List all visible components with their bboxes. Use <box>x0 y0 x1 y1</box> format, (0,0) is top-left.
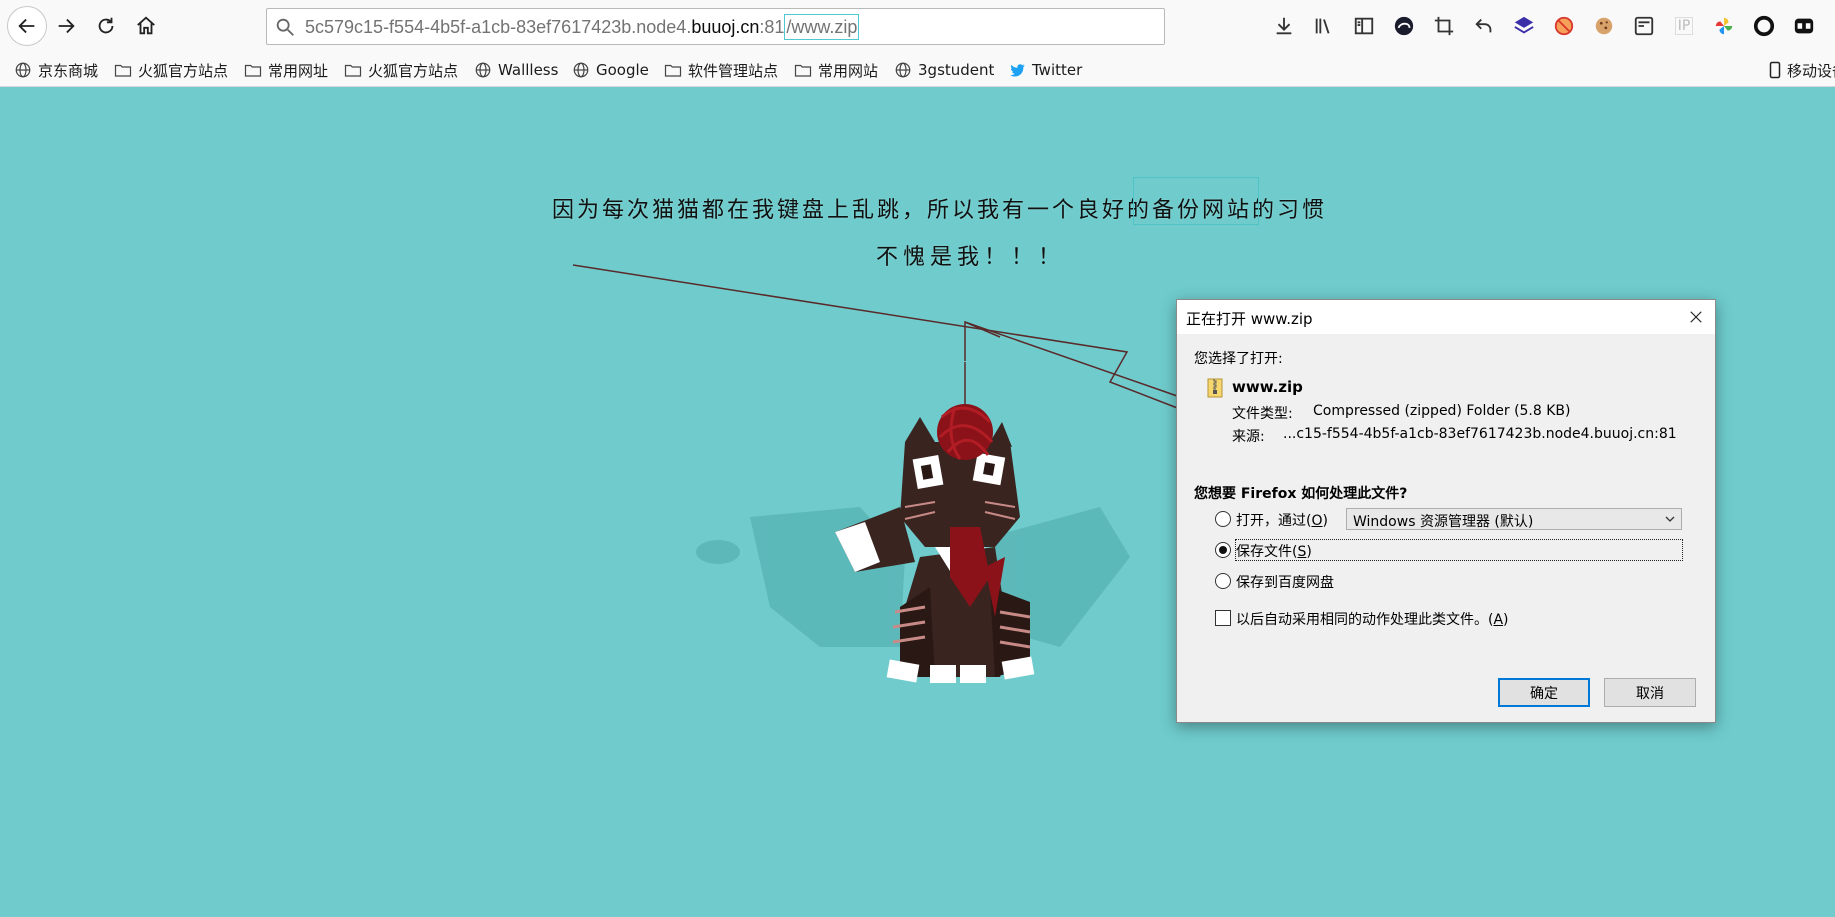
bookmark-mobile[interactable]: 移动设备 <box>1766 59 1835 81</box>
chevron-down-icon <box>1665 516 1675 522</box>
back-button[interactable] <box>7 6 47 46</box>
edge-icon[interactable] <box>1392 14 1416 38</box>
ip-icon[interactable]: IP <box>1672 14 1696 38</box>
dialog-close-button[interactable] <box>1685 306 1707 328</box>
url-path: /www.zip <box>784 14 860 40</box>
download-icon[interactable] <box>1272 14 1296 38</box>
bookmark-label: 3gstudent <box>918 61 995 79</box>
globe-icon <box>15 62 31 78</box>
url-port: :81 <box>759 17 785 37</box>
dialog-titlebar: 正在打开 www.zip <box>1177 300 1715 334</box>
bookmark-label: 软件管理站点 <box>688 61 779 80</box>
cancel-button[interactable]: 取消 <box>1604 678 1696 707</box>
folder-icon <box>114 64 132 77</box>
bookmark-label: 常用网址 <box>268 61 329 80</box>
layers-icon[interactable] <box>1512 14 1536 38</box>
bookmark-label: 火狐官方站点 <box>138 61 229 80</box>
bookmarks-bar: 京东商城 火狐官方站点 常用网址 火狐官方站点 Wallless Google … <box>0 52 1835 87</box>
remember-checkbox[interactable] <box>1215 610 1231 626</box>
url-host-domain: buuoj.cn <box>691 17 760 37</box>
chosen-label: 您选择了打开: <box>1194 351 1283 367</box>
cookie-icon[interactable] <box>1592 14 1616 38</box>
remember-key: A <box>1493 612 1504 628</box>
bookmark-folder-common-websites[interactable]: 常用网站 <box>794 59 878 81</box>
bookmark-folder-firefox-2[interactable]: 火狐官方站点 <box>344 59 458 81</box>
globe-icon <box>573 62 589 78</box>
bookmark-label: Google <box>596 61 649 79</box>
arrow-right-icon <box>58 18 75 34</box>
bookmark-3gstudent[interactable]: 3gstudent <box>894 59 994 81</box>
text-selection-box <box>1133 177 1259 225</box>
open-with-text: 打开，通过( <box>1236 513 1312 529</box>
save-file-key: S <box>1297 544 1307 560</box>
bookmark-jd[interactable]: 京东商城 <box>14 59 98 81</box>
reader-icon[interactable] <box>1632 14 1656 38</box>
bookmark-label: Wallless <box>498 61 559 79</box>
bookmark-label: 常用网站 <box>818 61 879 80</box>
save-file-radio[interactable] <box>1215 542 1231 558</box>
globe-icon <box>475 62 491 78</box>
twitter-icon <box>1010 64 1025 77</box>
bookmark-folder-common-sites[interactable]: 常用网址 <box>244 59 328 81</box>
url-bar[interactable]: 5c579c15-f554-4b5f-a1cb-83ef7617423b.nod… <box>266 8 1165 45</box>
bookmark-wallless[interactable]: Wallless <box>474 59 558 81</box>
open-with-app-value: Windows 资源管理器 (默认) <box>1353 514 1534 530</box>
forward-button[interactable] <box>47 7 85 45</box>
folder-icon <box>244 64 262 77</box>
reload-icon <box>98 17 114 34</box>
block-icon[interactable] <box>1552 14 1576 38</box>
file-name: www.zip <box>1232 378 1303 396</box>
bookmark-folder-firefox[interactable]: 火狐官方站点 <box>114 59 228 81</box>
save-file-text: 保存文件( <box>1236 544 1298 560</box>
pinwheel-icon[interactable] <box>1712 14 1736 38</box>
arrow-left-icon <box>18 18 35 34</box>
home-button[interactable] <box>127 7 165 45</box>
save-baidu-radio[interactable] <box>1215 573 1231 589</box>
file-type-label: 文件类型: <box>1232 406 1293 422</box>
bookmark-google[interactable]: Google <box>572 59 649 81</box>
remember-label[interactable]: 以后自动采用相同的动作处理此类文件。(A) <box>1236 609 1509 629</box>
gamepad-icon[interactable] <box>1792 14 1816 38</box>
open-with-app-select[interactable]: Windows 资源管理器 (默认) <box>1346 508 1682 530</box>
open-with-label[interactable]: 打开，通过(O) <box>1236 510 1328 530</box>
source-label: 来源: <box>1232 429 1265 445</box>
search-icon <box>276 18 294 36</box>
crop-icon[interactable] <box>1432 14 1456 38</box>
remember-text: 以后自动采用相同的动作处理此类文件。( <box>1236 612 1494 628</box>
url-host-prefix: 5c579c15-f554-4b5f-a1cb-83ef7617423b.nod… <box>305 17 692 37</box>
url-text[interactable]: 5c579c15-f554-4b5f-a1cb-83ef7617423b.nod… <box>305 14 860 40</box>
folder-icon <box>664 64 682 77</box>
handling-question: 您想要 Firefox 如何处理此文件? <box>1194 486 1408 502</box>
download-dialog: 正在打开 www.zip 您选择了打开: www.zip 文件类型: Compr… <box>1176 299 1716 723</box>
circle-icon[interactable] <box>1752 14 1776 38</box>
home-icon <box>137 16 155 35</box>
bookmark-folder-software[interactable]: 软件管理站点 <box>664 59 778 81</box>
sidebar-icon[interactable] <box>1352 14 1376 38</box>
browser-toolbar: 5c579c15-f554-4b5f-a1cb-83ef7617423b.nod… <box>0 0 1835 52</box>
bookmark-label: 火狐官方站点 <box>368 61 459 80</box>
save-baidu-label[interactable]: 保存到百度网盘 <box>1236 572 1334 592</box>
undo-icon[interactable] <box>1472 14 1496 38</box>
caption-line-2: 不愧是我！！！ <box>876 245 1066 270</box>
reload-button[interactable] <box>87 7 125 45</box>
ip-label: IP <box>1674 17 1694 35</box>
save-file-label[interactable]: 保存文件(S) <box>1236 541 1312 561</box>
bookmark-twitter[interactable]: Twitter <box>1008 59 1082 81</box>
folder-icon <box>794 64 812 77</box>
dialog-title: 正在打开 www.zip <box>1186 310 1313 328</box>
globe-icon <box>895 62 911 78</box>
file-type-value: Compressed (zipped) Folder (5.8 KB) <box>1313 403 1571 419</box>
close-icon <box>1690 311 1702 323</box>
zip-file-icon <box>1207 378 1223 398</box>
mobile-icon <box>1769 61 1781 79</box>
bookmark-label: Twitter <box>1032 61 1083 79</box>
open-with-key: O <box>1311 513 1323 529</box>
library-icon[interactable] <box>1312 14 1336 38</box>
bookmark-label: 移动设备 <box>1787 61 1835 80</box>
ok-button[interactable]: 确定 <box>1498 678 1590 707</box>
open-with-radio[interactable] <box>1215 511 1231 527</box>
bookmark-label: 京东商城 <box>38 61 99 80</box>
folder-icon <box>344 64 362 77</box>
source-value: ...c15-f554-4b5f-a1cb-83ef7617423b.node4… <box>1283 426 1677 442</box>
